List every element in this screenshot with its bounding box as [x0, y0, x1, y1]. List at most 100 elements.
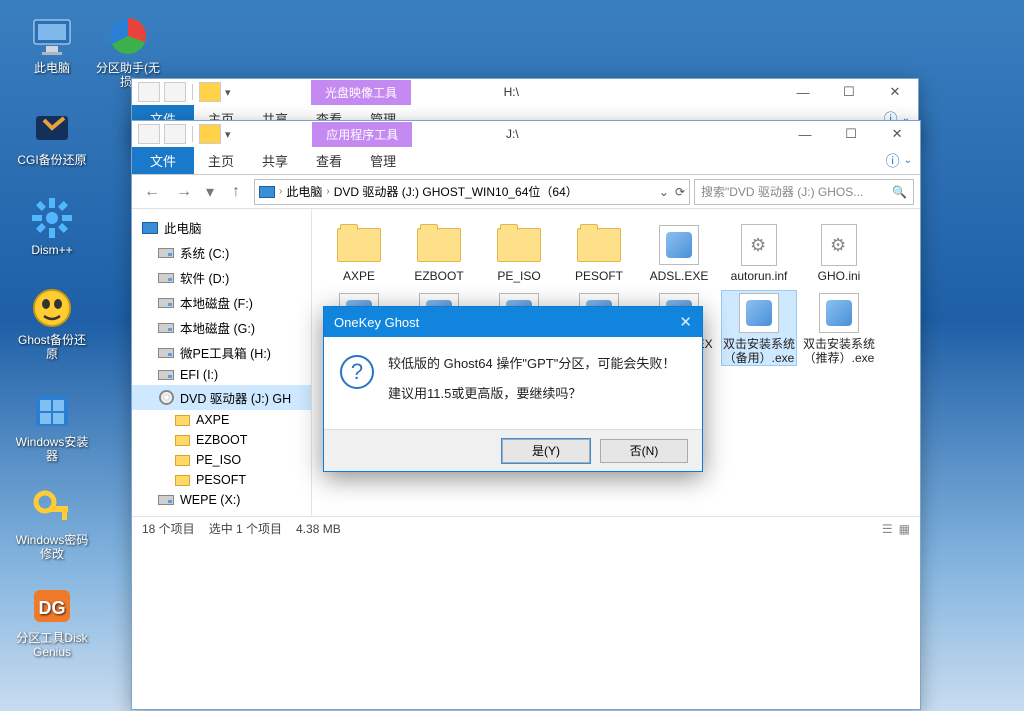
view-details-icon[interactable]: ☰ — [882, 522, 893, 536]
desktop-icon-label: Windows安装器 — [14, 435, 90, 463]
tree-node[interactable]: 系统 (C:) — [132, 240, 311, 265]
dialog-close-button[interactable]: ✕ — [679, 313, 692, 331]
nav-up-button[interactable]: ↑ — [222, 179, 250, 205]
folder-icon — [174, 413, 190, 427]
tree-node[interactable]: WEPE (X:) — [132, 490, 311, 510]
ribbon-help-icon[interactable]: ⓘ ⌄ — [878, 147, 920, 174]
file-item[interactable]: EZBOOT — [402, 223, 476, 283]
navigation-pane[interactable]: 此电脑系统 (C:) 软件 (D:) 本地磁盘 (F:)本地磁盘 (G:)微PE工具… — [132, 209, 312, 516]
file-item[interactable]: GHO.ini — [802, 223, 876, 283]
pc-icon — [142, 221, 158, 235]
folder-icon — [337, 228, 381, 262]
titlebar[interactable]: ▾ 光盘映像工具 H:\ ― ☐ ✕ — [132, 79, 918, 105]
qat-button[interactable] — [199, 124, 221, 144]
ribbon-tab-home[interactable]: 主页 — [194, 147, 248, 174]
close-button[interactable]: ✕ — [874, 121, 920, 147]
context-tab[interactable]: 光盘映像工具 — [311, 80, 411, 105]
desktop-icon-label: CGI备份还原 — [14, 153, 90, 167]
file-item-label: AXPE — [322, 269, 396, 283]
file-item[interactable]: 双击安装系统（备用）.exe — [722, 291, 796, 365]
drive-icon — [158, 296, 174, 310]
tree-node[interactable]: AXPE — [132, 410, 311, 430]
tree-node[interactable]: DVD 驱动器 (J:) GH — [132, 385, 311, 410]
desktop-icon-cgi[interactable]: CGI备份还原 — [14, 106, 90, 167]
titlebar[interactable]: ▾ 应用程序工具 J:\ ― ☐ ✕ — [132, 121, 920, 147]
tree-node[interactable]: 软件 (D:) — [132, 265, 311, 290]
tree-node[interactable]: 本地磁盘 (G:) — [132, 315, 311, 340]
maximize-button[interactable]: ☐ — [826, 79, 872, 105]
desktop-icon-dism[interactable]: Dism++ — [14, 196, 90, 257]
dialog-onekey-ghost: OneKey Ghost ✕ ? 较低版的 Ghost64 操作"GPT"分区，… — [323, 306, 703, 472]
chevron-right-icon: › — [326, 186, 329, 197]
dialog-titlebar[interactable]: OneKey Ghost ✕ — [324, 307, 702, 337]
navigation-bar: ← → ▾ ↑ › 此电脑 › DVD 驱动器 (J:) GHOST_WIN10… — [132, 175, 920, 209]
desktop-icon-ghost[interactable]: Ghost备份还原 — [14, 286, 90, 361]
tree-node[interactable]: 微PE工具箱 (H:) — [132, 340, 311, 365]
no-button[interactable]: 否(N) — [600, 439, 688, 463]
maximize-button[interactable]: ☐ — [828, 121, 874, 147]
nav-forward-button[interactable]: → — [170, 179, 198, 205]
app-icon — [659, 225, 699, 265]
tree-node[interactable]: PESOFT — [132, 470, 311, 490]
desktop-icon-wininst[interactable]: Windows安装器 — [14, 388, 90, 463]
dism-icon — [30, 196, 74, 240]
nav-back-button[interactable]: ← — [138, 179, 166, 205]
tree-node-label: EFI (I:) — [180, 368, 218, 382]
folder-icon — [577, 228, 621, 262]
close-button[interactable]: ✕ — [872, 79, 918, 105]
tree-node-label: AXPE — [196, 413, 229, 427]
tree-node[interactable]: EZBOOT — [132, 430, 311, 450]
window-title: H:\ — [504, 85, 519, 99]
search-input[interactable]: 搜索"DVD 驱动器 (J:) GHOS... 🔍 — [694, 179, 914, 205]
tree-root[interactable]: 此电脑 — [132, 215, 311, 240]
nav-recent-button[interactable]: ▾ — [202, 179, 218, 205]
status-item-count: 18 个项目 — [142, 520, 195, 537]
file-item-label: PE_ISO — [482, 269, 556, 283]
context-tab[interactable]: 应用程序工具 — [312, 122, 412, 147]
breadcrumb-segment[interactable]: 此电脑 — [286, 183, 322, 200]
pc-icon — [259, 186, 275, 198]
drive-icon — [158, 368, 174, 382]
ini-file-icon — [821, 224, 857, 266]
file-tab[interactable]: 文件 — [132, 147, 194, 174]
qat-button[interactable] — [138, 124, 160, 144]
file-item[interactable]: AXPE — [322, 223, 396, 283]
qat-button[interactable] — [199, 82, 221, 102]
address-dropdown-icon[interactable]: ⌄ — [659, 185, 669, 199]
file-item[interactable]: PE_ISO — [482, 223, 556, 283]
file-item-label: GHO.ini — [802, 269, 876, 283]
status-selection: 选中 1 个项目 — [209, 520, 282, 537]
ini-file-icon — [741, 224, 777, 266]
minimize-button[interactable]: ― — [780, 79, 826, 105]
key-icon — [30, 486, 74, 530]
quick-access-toolbar: ▾ — [138, 124, 231, 144]
search-icon: 🔍 — [892, 185, 907, 199]
ghost-icon — [30, 286, 74, 330]
qat-button[interactable] — [164, 82, 186, 102]
desktop-icon-pc[interactable]: 此电脑 — [14, 14, 90, 75]
tree-node[interactable]: EFI (I:) — [132, 365, 311, 385]
qat-button[interactable] — [164, 124, 186, 144]
breadcrumb-segment[interactable]: DVD 驱动器 (J:) GHOST_WIN10_64位（64） — [334, 183, 578, 200]
file-item[interactable]: PESOFT — [562, 223, 636, 283]
folder-icon — [497, 228, 541, 262]
ribbon-tab-manage[interactable]: 管理 — [356, 147, 410, 174]
folder-icon — [174, 433, 190, 447]
tree-node[interactable]: 本地磁盘 (F:) — [132, 290, 311, 315]
ribbon-tab-share[interactable]: 共享 — [248, 147, 302, 174]
file-item[interactable]: autorun.inf — [722, 223, 796, 283]
view-icons-icon[interactable]: ▦ — [899, 522, 910, 536]
refresh-icon[interactable]: ⟳ — [675, 185, 685, 199]
qat-button[interactable] — [138, 82, 160, 102]
yes-button[interactable]: 是(Y) — [502, 439, 590, 463]
tree-node-label: PE_ISO — [196, 453, 241, 467]
desktop-icon-key[interactable]: Windows密码修改 — [14, 486, 90, 561]
address-bar[interactable]: › 此电脑 › DVD 驱动器 (J:) GHOST_WIN10_64位（64）… — [254, 179, 690, 205]
file-item[interactable]: ADSL.EXE — [642, 223, 716, 283]
desktop-icon-dg[interactable]: DG分区工具DiskGenius — [14, 584, 90, 659]
tree-node[interactable]: PE_ISO — [132, 450, 311, 470]
minimize-button[interactable]: ― — [782, 121, 828, 147]
ribbon-tab-view[interactable]: 查看 — [302, 147, 356, 174]
file-item[interactable]: 双击安装系统（推荐）.exe — [802, 291, 876, 365]
tree-node-label: 软件 (D:) — [180, 268, 229, 287]
